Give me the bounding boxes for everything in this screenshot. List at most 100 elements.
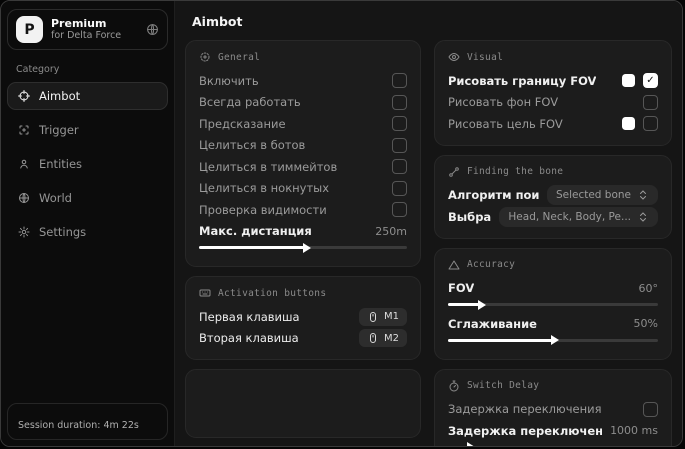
page-title: Aimbot bbox=[192, 14, 243, 29]
setting-row: Проверка видимости bbox=[199, 199, 407, 221]
setting-row: Включить bbox=[199, 70, 407, 92]
selected-bones-dropdown[interactable]: Head, Neck, Body, Pe... bbox=[499, 206, 658, 227]
visual-card: Visual Рисовать границу FOV ✓ Рисовать ф… bbox=[434, 40, 672, 146]
max-distance-slider[interactable] bbox=[199, 242, 407, 253]
content-columns: General Включить Всегда работать Предска… bbox=[175, 40, 682, 446]
sidebar-item-settings[interactable]: Settings bbox=[7, 218, 168, 246]
bone-card-header: Finding the bone bbox=[448, 166, 658, 178]
accuracy-card-header: Accuracy bbox=[448, 259, 658, 271]
switch-delay-slider[interactable] bbox=[448, 442, 658, 446]
brand-header: P Premium for Delta Force bbox=[7, 9, 168, 50]
slider-fill bbox=[199, 246, 306, 249]
globe-icon bbox=[19, 193, 29, 203]
sidebar-item-world[interactable]: World bbox=[7, 184, 168, 212]
setting-label: Целиться в ботов bbox=[199, 138, 306, 153]
language-icon[interactable] bbox=[146, 23, 159, 36]
setting-label: Целиться в нокнутых bbox=[199, 181, 330, 196]
right-column: Visual Рисовать границу FOV ✓ Рисовать ф… bbox=[434, 40, 672, 446]
dropdown-value: Head, Neck, Body, Pe... bbox=[508, 210, 631, 223]
slider-fill bbox=[448, 338, 553, 342]
switch-delay-ms-value: 1000 ms bbox=[610, 424, 658, 438]
mouse-icon bbox=[370, 333, 376, 344]
general-card-header: General bbox=[199, 51, 407, 63]
visual-card-title: Visual bbox=[467, 51, 504, 63]
prediction-checkbox[interactable] bbox=[392, 116, 407, 132]
sidebar-item-label: World bbox=[39, 191, 72, 205]
activation-card-title: Activation buttons bbox=[218, 287, 327, 299]
left-column: General Включить Всегда работать Предска… bbox=[185, 40, 421, 438]
sidebar-item-label: Aimbot bbox=[39, 89, 81, 103]
bone-algorithm-dropdown[interactable]: Selected bone bbox=[546, 185, 658, 206]
fov-target-checkbox[interactable] bbox=[643, 116, 658, 132]
enable-checkbox[interactable] bbox=[392, 73, 407, 89]
sidebar: P Premium for Delta Force Category Aimbo… bbox=[1, 1, 175, 446]
fov-label: FOV bbox=[448, 281, 475, 296]
sidebar-item-label: Entities bbox=[39, 157, 83, 171]
slider-thumb[interactable] bbox=[303, 242, 312, 253]
sidebar-item-entities[interactable]: Entities bbox=[7, 150, 168, 178]
eye-icon bbox=[448, 52, 460, 62]
accuracy-card: Accuracy FOV 60° Сглаживание 50% bbox=[434, 247, 672, 360]
setting-row: Всегда работать bbox=[199, 92, 407, 114]
switch-delay-card-title: Switch Delay bbox=[467, 380, 540, 391]
visual-row: Рисовать границу FOV ✓ bbox=[448, 70, 658, 92]
visual-label: Рисовать фон FOV bbox=[448, 95, 559, 110]
bone-card-title: Finding the bone bbox=[467, 166, 564, 177]
setting-row: Задержка переключения bbox=[448, 399, 658, 421]
bone-row: Алгоритм поиска кости Selected bone bbox=[448, 185, 658, 207]
slider-thumb[interactable] bbox=[467, 442, 475, 446]
max-distance-value: 250m bbox=[375, 224, 407, 238]
sidebar-item-label: Settings bbox=[39, 225, 87, 239]
fov-background-checkbox[interactable] bbox=[643, 94, 658, 110]
brand-subtitle: for Delta Force bbox=[51, 30, 122, 42]
bone-label: Выбранные кости bbox=[448, 209, 492, 224]
switch-delay-card-header: Switch Delay bbox=[448, 380, 658, 392]
target-knocked-checkbox[interactable] bbox=[392, 180, 407, 196]
keybind-value: M2 bbox=[384, 332, 399, 344]
second-key-button[interactable]: M2 bbox=[359, 329, 407, 348]
slider-row: FOV 60° bbox=[448, 278, 658, 300]
sidebar-item-aimbot[interactable]: Aimbot bbox=[7, 82, 168, 110]
visual-controls bbox=[622, 116, 658, 132]
visual-row: Рисовать фон FOV bbox=[448, 92, 658, 114]
accuracy-card-title: Accuracy bbox=[467, 259, 516, 270]
brand-text: Premium for Delta Force bbox=[51, 17, 121, 43]
main-panel: Aimbot General Включить Всегда работать bbox=[175, 1, 682, 446]
fov-target-color-swatch[interactable] bbox=[622, 117, 635, 131]
target-teammates-checkbox[interactable] bbox=[392, 159, 407, 175]
switch-delay-checkbox[interactable] bbox=[643, 401, 658, 417]
sidebar-item-trigger[interactable]: Trigger bbox=[7, 116, 168, 144]
triangle-icon bbox=[448, 260, 460, 269]
keyboard-icon bbox=[199, 289, 211, 297]
entities-icon bbox=[20, 159, 28, 169]
smoothing-value: 50% bbox=[633, 317, 658, 331]
activation-card: Activation buttons Первая клавиша M1 Вто… bbox=[185, 276, 421, 360]
session-duration: Session duration: 4m 22s bbox=[7, 403, 168, 440]
target-bots-checkbox[interactable] bbox=[392, 137, 407, 153]
slider-thumb[interactable] bbox=[477, 299, 486, 310]
smoothing-slider[interactable] bbox=[448, 335, 658, 345]
setting-row: Макс. дистанция 250m bbox=[199, 221, 407, 243]
chevrons-up-down-icon bbox=[640, 190, 646, 200]
bone-card: Finding the bone Алгоритм поиска кости S… bbox=[434, 154, 672, 239]
bone-row: Выбранные кости Head, Neck, Body, Pe... bbox=[448, 206, 658, 228]
visual-label: Рисовать границу FOV bbox=[448, 73, 597, 88]
slider-fill bbox=[448, 303, 480, 306]
fov-slider[interactable] bbox=[448, 299, 658, 310]
setting-row: Целиться в тиммейтов bbox=[199, 156, 407, 178]
fov-border-checkbox[interactable]: ✓ bbox=[643, 73, 658, 89]
empty-card bbox=[185, 369, 421, 438]
activation-card-header: Activation buttons bbox=[199, 287, 407, 299]
visual-label: Рисовать цель FOV bbox=[448, 116, 563, 131]
setting-label: Включить bbox=[199, 73, 259, 88]
keybind-value: M1 bbox=[384, 311, 399, 323]
visual-row: Рисовать цель FOV bbox=[448, 113, 658, 135]
always-work-checkbox[interactable] bbox=[392, 94, 407, 110]
chevrons-up-down-icon bbox=[640, 212, 646, 222]
first-key-button[interactable]: M1 bbox=[359, 307, 407, 326]
slider-thumb[interactable] bbox=[551, 335, 559, 345]
switch-delay-toggle-label: Задержка переключения bbox=[448, 402, 602, 417]
visibility-check-checkbox[interactable] bbox=[392, 202, 407, 218]
fov-border-color-swatch[interactable] bbox=[622, 74, 635, 88]
setting-row: Целиться в ботов bbox=[199, 135, 407, 157]
